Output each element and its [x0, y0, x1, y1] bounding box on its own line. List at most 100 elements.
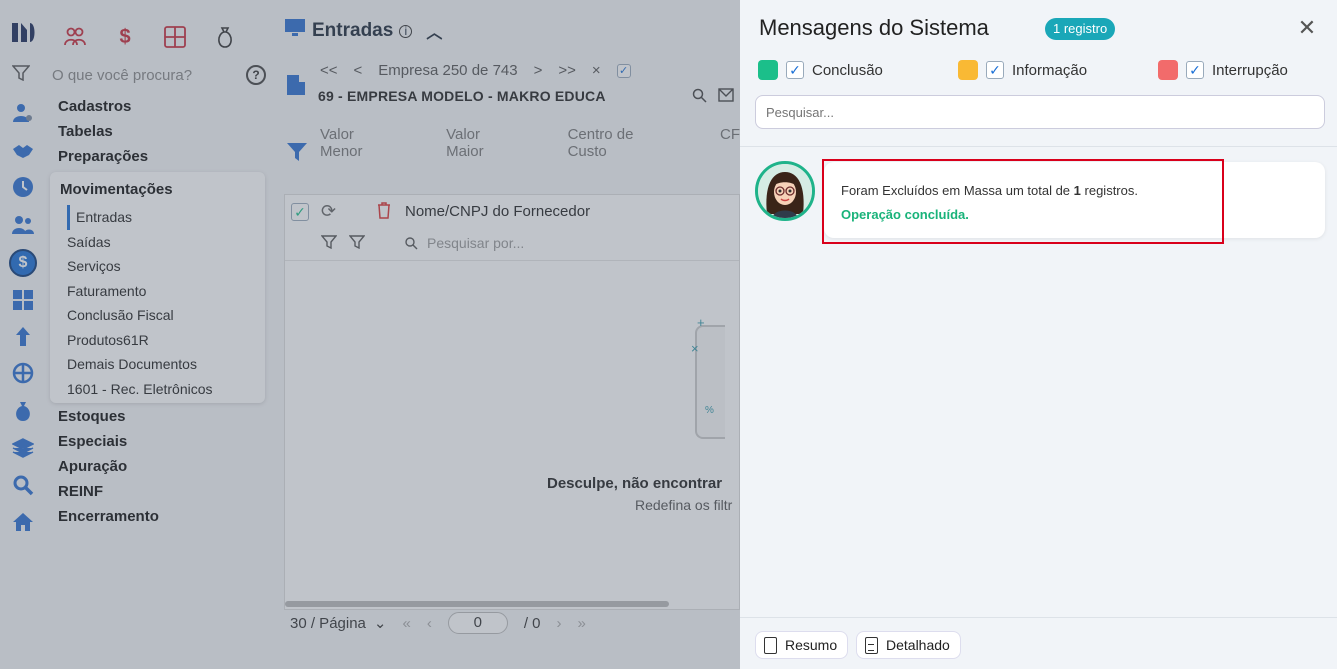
column-filter-icon[interactable] [320, 235, 338, 254]
close-button[interactable]: ✕ [1297, 17, 1317, 39]
help-icon[interactable]: ? [246, 65, 266, 85]
column-fornecedor[interactable]: Nome/CNPJ do Fornecedor [405, 203, 590, 220]
legend-interrupcao[interactable]: ✓ Interrupção [1158, 60, 1288, 80]
detailed-button[interactable]: Detalhado [856, 631, 961, 659]
refresh-icon[interactable]: ⟳ [321, 201, 336, 222]
messages-search-input[interactable] [755, 95, 1325, 129]
per-page-select[interactable]: 30 / Página [290, 615, 366, 632]
submenu-item-faturamento[interactable]: Faturamento [60, 279, 265, 304]
prev-page-button[interactable]: < [354, 62, 363, 79]
menu-group-encerramento[interactable]: Encerramento [58, 506, 268, 531]
menu-search-placeholder: O que você procura? [52, 66, 193, 84]
submenu-item-servicos[interactable]: Serviços [60, 254, 265, 279]
clock-icon[interactable] [10, 174, 36, 200]
empty-state-subtitle: Redefina os filtr [635, 497, 733, 513]
filter-valor-maior[interactable]: Valor Maior [446, 126, 516, 160]
layers-icon[interactable] [10, 435, 36, 461]
menu-group-tabelas[interactable]: Tabelas [58, 121, 268, 146]
select-all-checkbox[interactable]: ✓ [291, 203, 309, 221]
submenu-item-entradas[interactable]: Entradas [67, 205, 265, 230]
network-icon[interactable] [10, 360, 36, 386]
users-icon[interactable] [10, 212, 36, 238]
menu-top-groups: Cadastros Tabelas Preparações [58, 96, 268, 171]
empty-illustration [695, 325, 725, 439]
page-title: Entradas [312, 20, 394, 41]
message-prefix: Foram Excluídos em Massa um total de [841, 183, 1071, 198]
column-search-input[interactable]: Pesquisar por... [427, 235, 524, 251]
handshake-icon[interactable] [10, 138, 36, 164]
summary-label: Resumo [785, 637, 838, 653]
informacao-checkbox[interactable]: ✓ [986, 61, 1004, 79]
search-icon[interactable] [10, 472, 36, 498]
pager-first-icon[interactable]: « [402, 615, 410, 632]
page-number-input[interactable]: 0 [447, 612, 508, 634]
informacao-swatch [958, 60, 978, 80]
pager-prev-icon[interactable]: ‹ [427, 615, 432, 632]
people-icon[interactable] [60, 22, 90, 52]
next-page-button[interactable]: > [534, 62, 543, 79]
money-bag-outline-icon[interactable] [210, 22, 240, 52]
user-settings-icon[interactable] [10, 100, 36, 126]
filter-centro-custo[interactable]: Centro de Custo [568, 126, 668, 160]
pager-last-icon[interactable]: » [578, 615, 586, 632]
chevron-down-icon[interactable]: ⌄ [374, 614, 387, 632]
mail-icon[interactable] [718, 88, 734, 107]
column-filter-icon-2[interactable] [348, 235, 366, 254]
calculator-icon[interactable] [10, 287, 36, 313]
filters-row: Valor Menor Valor Maior Centro de Custo … [320, 126, 740, 160]
submenu-title[interactable]: Movimentações [60, 177, 265, 205]
summary-button[interactable]: Resumo [755, 631, 849, 659]
message-count: 1 [1073, 183, 1081, 198]
pager-next-icon[interactable]: › [557, 615, 562, 632]
submenu-movimentacoes: Movimentações Entradas Saídas Serviços F… [50, 172, 265, 403]
submenu-item-demais-documentos[interactable]: Demais Documentos [60, 352, 265, 377]
company-counter-current: 250 [442, 62, 468, 79]
menu-group-preparacoes[interactable]: Preparações [58, 146, 268, 171]
menu-group-estoques[interactable]: Estoques [58, 406, 268, 431]
sparkle-x-icon: × [691, 341, 699, 356]
assistant-avatar [755, 161, 815, 221]
message-text: Foram Excluídos em Massa um total de 1 r… [841, 183, 1138, 198]
filter-icon [11, 64, 34, 86]
filter-cfop[interactable]: CF [720, 126, 740, 160]
menu-group-cadastros[interactable]: Cadastros [58, 96, 268, 121]
calculator-grid-icon[interactable] [160, 22, 190, 52]
system-messages-panel: Mensagens do Sistema 1 registro ✕ ✓ Conc… [740, 0, 1337, 669]
first-page-button[interactable]: << [320, 62, 338, 79]
submenu-item-saidas[interactable]: Saídas [60, 230, 265, 255]
horizontal-scrollbar[interactable] [285, 601, 669, 607]
finance-icon[interactable]: $ [9, 249, 37, 277]
menu-group-especiais[interactable]: Especiais [58, 431, 268, 456]
interrupcao-checkbox[interactable]: ✓ [1186, 61, 1204, 79]
footer-divider [740, 617, 1337, 618]
pagination: 30 / Página ⌄ « ‹ 0 / 0 › » [290, 612, 586, 634]
legend-informacao[interactable]: ✓ Informação [958, 60, 1087, 80]
clear-company-button[interactable]: × [592, 62, 601, 79]
menu-group-apuracao[interactable]: Apuração [58, 456, 268, 481]
submenu-item-produtos61r[interactable]: Produtos61R [60, 328, 265, 353]
chevron-up-icon[interactable]: ︿ [426, 19, 442, 43]
submenu-item-rec-eletronicos[interactable]: 1601 - Rec. Eletrônicos [60, 377, 265, 402]
funnel-icon[interactable] [286, 142, 308, 167]
home-icon[interactable] [10, 509, 36, 535]
document-icon [764, 636, 777, 654]
company-checkbox[interactable]: ✓ [616, 63, 631, 78]
message-card: Foram Excluídos em Massa um total de 1 r… [824, 162, 1325, 238]
info-icon[interactable]: i [399, 24, 413, 38]
record-count-badge: 1 registro [1045, 18, 1116, 40]
trash-icon[interactable] [377, 202, 391, 224]
menu-group-reinf[interactable]: REINF [58, 481, 268, 506]
menu-search[interactable]: O que você procura? ? [11, 62, 270, 88]
filter-valor-menor[interactable]: Valor Menor [320, 126, 394, 160]
conclusao-checkbox[interactable]: ✓ [786, 61, 804, 79]
dollar-icon[interactable]: $ [110, 22, 140, 52]
last-page-button[interactable]: >> [558, 62, 576, 79]
submenu-item-conclusao-fiscal[interactable]: Conclusão Fiscal [60, 303, 265, 328]
legend-conclusao[interactable]: ✓ Conclusão [758, 60, 883, 80]
upload-arrow-icon[interactable] [10, 324, 36, 350]
company-name: 69 - EMPRESA MODELO - MAKRO EDUCA [318, 88, 606, 104]
search-icon[interactable] [692, 88, 707, 106]
interrupcao-label: Interrupção [1212, 61, 1288, 79]
money-bag-icon[interactable] [10, 398, 36, 424]
page-title-row: Entradas i ︿ [284, 18, 740, 44]
